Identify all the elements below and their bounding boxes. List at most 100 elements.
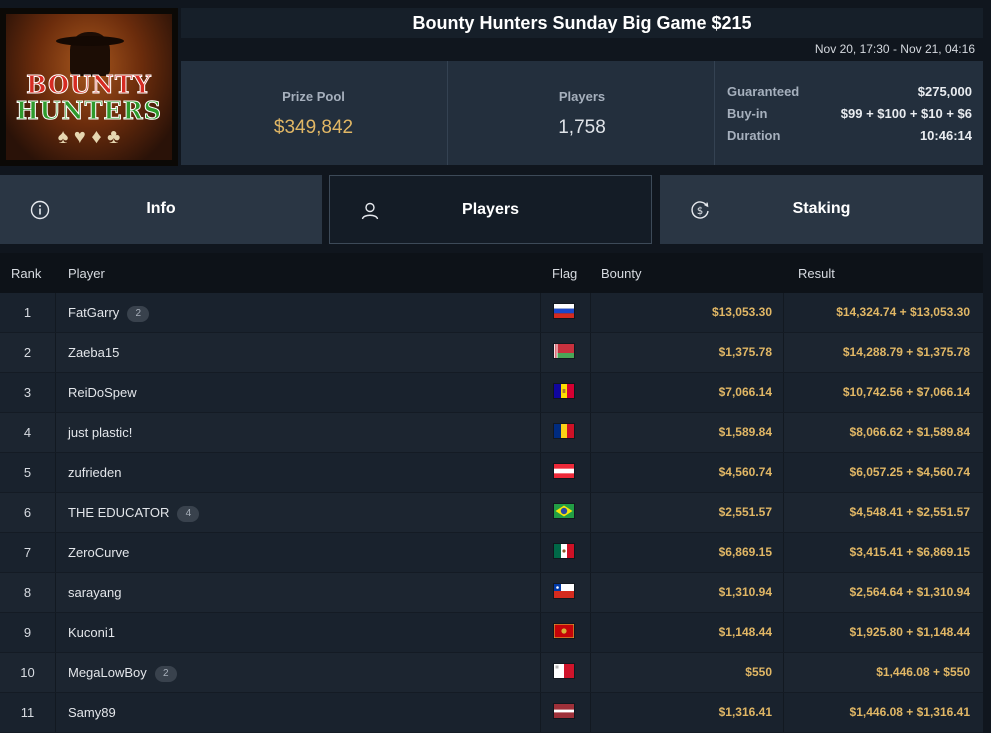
buyin-row: Buy-in $99 + $100 + $10 + $6 — [727, 106, 972, 126]
andorra-flag-icon — [554, 384, 574, 398]
tab-players[interactable]: Players — [329, 175, 652, 244]
montenegro-flag-icon — [554, 624, 574, 638]
table-row[interactable]: 1 FatGarry 2 $13,053.30 $14,324.74 + $13,… — [0, 293, 983, 333]
austria-flag-icon — [554, 464, 574, 478]
player-cell[interactable]: sarayang — [68, 573, 121, 612]
bounty-cell: $6,869.15 — [589, 533, 784, 572]
bounty-cell: $7,066.14 — [589, 373, 784, 412]
tab-staking[interactable]: $ Staking — [660, 175, 983, 244]
table-header: Rank Player Flag Bounty Result — [0, 253, 983, 293]
tournament-title: Bounty Hunters Sunday Big Game $215 — [181, 8, 983, 38]
flag-cell — [540, 693, 591, 732]
player-cell[interactable]: FatGarry 2 — [68, 293, 150, 332]
guaranteed-value: $275,000 — [917, 84, 972, 99]
table-row[interactable]: 6 THE EDUCATOR 4 $2,551.57 $4,548.41 + $2… — [0, 493, 983, 533]
player-cell[interactable]: Kuconi1 — [68, 613, 115, 652]
table-row[interactable]: 2 Zaeba15 $1,375.78 $14,288.79 + $1,375.… — [0, 333, 983, 373]
player-cell[interactable]: MegaLowBoy 2 — [68, 653, 177, 692]
guaranteed-row: Guaranteed $275,000 — [727, 84, 972, 104]
player-name[interactable]: ZeroCurve — [68, 545, 129, 560]
player-name[interactable]: Zaeba15 — [68, 345, 119, 360]
bounty-cell: $1,316.41 — [589, 693, 784, 732]
result-cell: $1,446.08 + $550 — [876, 665, 970, 679]
table-row[interactable]: 10 MegaLowBoy 2 $550 $1,446.08 + $550 — [0, 653, 983, 693]
rank-cell: 1 — [0, 293, 56, 332]
player-cell[interactable]: zufrieden — [68, 453, 121, 492]
stats-panel: Prize Pool $349,842 Players 1,758 Guaran… — [181, 61, 983, 165]
bounty-cell: $1,589.84 — [589, 413, 784, 452]
bounty-cell: $1,148.44 — [589, 613, 784, 652]
player-name[interactable]: THE EDUCATOR — [68, 505, 169, 520]
bounty-cell: $1,375.78 — [589, 333, 784, 372]
rank-cell: 7 — [0, 533, 56, 572]
player-cell[interactable]: ReiDoSpew — [68, 373, 137, 412]
header-bounty[interactable]: Bounty — [601, 266, 641, 281]
prize-pool-label: Prize Pool — [282, 89, 345, 104]
player-name[interactable]: ReiDoSpew — [68, 385, 137, 400]
mexico-flag-icon — [554, 544, 574, 558]
tab-staking-label: Staking — [792, 200, 851, 217]
result-cell: $8,066.62 + $1,589.84 — [849, 425, 970, 439]
latvia-flag-icon — [554, 704, 574, 718]
player-badge: 4 — [177, 505, 200, 522]
buyin-value: $99 + $100 + $10 + $6 — [840, 106, 972, 121]
tab-info[interactable]: Info — [0, 175, 322, 244]
player-cell[interactable]: ZeroCurve — [68, 533, 129, 572]
rank-cell: 8 — [0, 573, 56, 612]
table-row[interactable]: 7 ZeroCurve $6,869.15 $3,415.41 + $6,869… — [0, 533, 983, 573]
player-name[interactable]: FatGarry — [68, 305, 119, 320]
chile-flag-icon — [554, 584, 574, 598]
rank-cell: 9 — [0, 613, 56, 652]
tournament-details: Guaranteed $275,000 Buy-in $99 + $100 + … — [714, 61, 984, 165]
guaranteed-label: Guaranteed — [727, 84, 800, 99]
table-row[interactable]: 4 just plastic! $1,589.84 $8,066.62 + $1… — [0, 413, 983, 453]
buyin-label: Buy-in — [727, 106, 768, 121]
duration-label: Duration — [727, 128, 781, 143]
result-cell: $4,548.41 + $2,551.57 — [849, 505, 970, 519]
cowboy-hat-icon — [56, 36, 124, 46]
header-result[interactable]: Result — [798, 266, 835, 281]
prize-pool-value: $349,842 — [273, 117, 354, 138]
player-name[interactable]: MegaLowBoy — [68, 665, 147, 680]
player-cell[interactable]: THE EDUCATOR 4 — [68, 493, 200, 532]
brazil-flag-icon — [554, 504, 574, 518]
table-row[interactable]: 8 sarayang $1,310.94 $2,564.64 + $1,310.… — [0, 573, 983, 613]
table-row[interactable]: 11 Samy89 $1,316.41 $1,446.08 + $1,316.4… — [0, 693, 983, 733]
player-name[interactable]: just plastic! — [68, 425, 132, 440]
rank-cell: 6 — [0, 493, 56, 532]
result-cell: $3,415.41 + $6,869.15 — [849, 545, 970, 559]
romania-flag-icon — [554, 424, 574, 438]
result-cell: $2,564.64 + $1,310.94 — [849, 585, 970, 599]
bounty-cell: $550 — [589, 653, 784, 692]
players-label: Players — [558, 89, 606, 104]
player-cell[interactable]: Zaeba15 — [68, 333, 119, 372]
bounty-cell: $1,310.94 — [589, 573, 784, 612]
prize-pool-stat: Prize Pool $349,842 — [181, 61, 446, 165]
players-stat: Players 1,758 — [447, 61, 716, 165]
logo-word-2: HUNTERS — [16, 96, 162, 126]
player-name[interactable]: Samy89 — [68, 705, 116, 720]
rank-cell: 2 — [0, 333, 56, 372]
rank-cell: 10 — [0, 653, 56, 692]
table-row[interactable]: 9 Kuconi1 $1,148.44 $1,925.80 + $1,148.4… — [0, 613, 983, 653]
playing-cards-icon: ♠ ♥ ♦ ♣ — [57, 126, 121, 148]
malta-flag-icon — [554, 664, 574, 678]
table-row[interactable]: 5 zufrieden $4,560.74 $6,057.25 + $4,560… — [0, 453, 983, 493]
belarus-flag-icon — [554, 344, 574, 358]
tab-players-label: Players — [462, 201, 519, 218]
flag-cell — [540, 453, 591, 492]
table-row[interactable]: 3 ReiDoSpew $7,066.14 $10,742.56 + $7,06… — [0, 373, 983, 413]
player-name[interactable]: sarayang — [68, 585, 121, 600]
result-cell: $10,742.56 + $7,066.14 — [842, 385, 970, 399]
header-player[interactable]: Player — [68, 266, 105, 281]
bounty-cell: $4,560.74 — [589, 453, 784, 492]
header-rank[interactable]: Rank — [11, 266, 41, 281]
bounty-cell: $13,053.30 — [589, 293, 784, 332]
player-name[interactable]: zufrieden — [68, 465, 121, 480]
tab-info-label: Info — [146, 200, 176, 217]
player-cell[interactable]: Samy89 — [68, 693, 116, 732]
player-cell[interactable]: just plastic! — [68, 413, 132, 452]
header-flag[interactable]: Flag — [552, 266, 577, 281]
player-name[interactable]: Kuconi1 — [68, 625, 115, 640]
result-cell: $1,925.80 + $1,148.44 — [849, 625, 970, 639]
